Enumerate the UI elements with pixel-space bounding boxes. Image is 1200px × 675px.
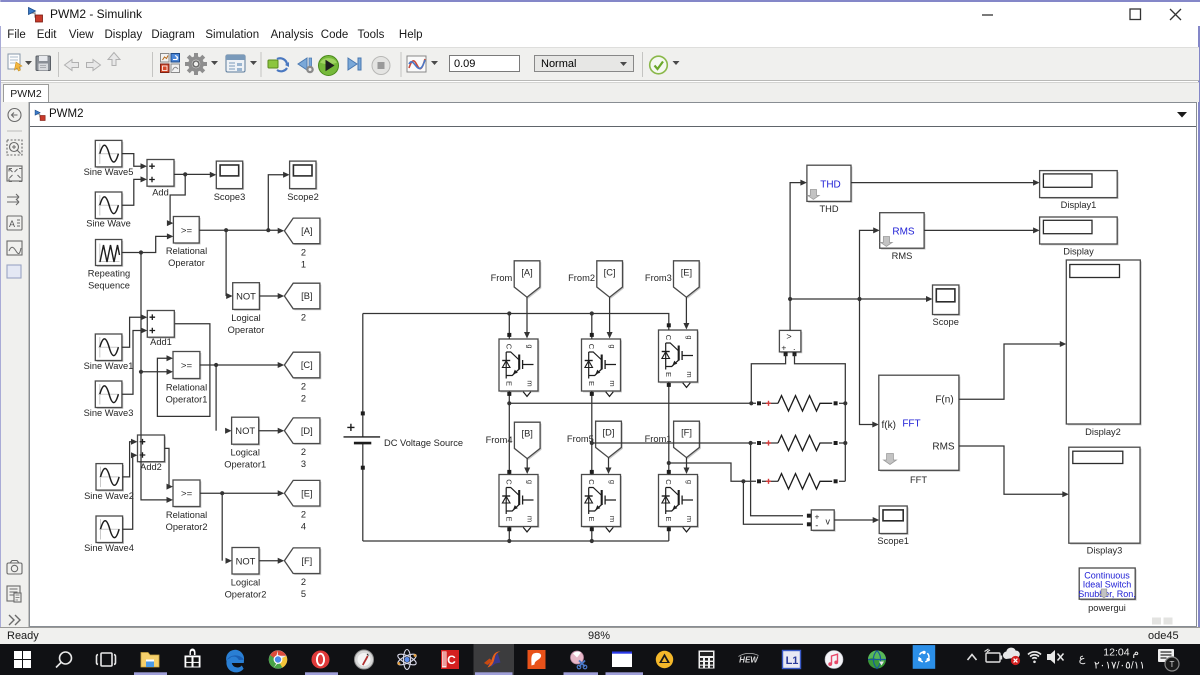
svg-text:٢٠١٧/٠٥/١١: ٢٠١٧/٠٥/١١ — [1094, 660, 1145, 672]
svg-text:12:04 م: 12:04 م — [1103, 647, 1139, 659]
svg-text:L1: L1 — [786, 655, 799, 667]
svg-text:ع: ع — [1079, 653, 1086, 665]
svg-text:T: T — [1170, 660, 1175, 669]
svg-text:HEW: HEW — [739, 656, 759, 665]
svg-text:C: C — [447, 653, 456, 667]
